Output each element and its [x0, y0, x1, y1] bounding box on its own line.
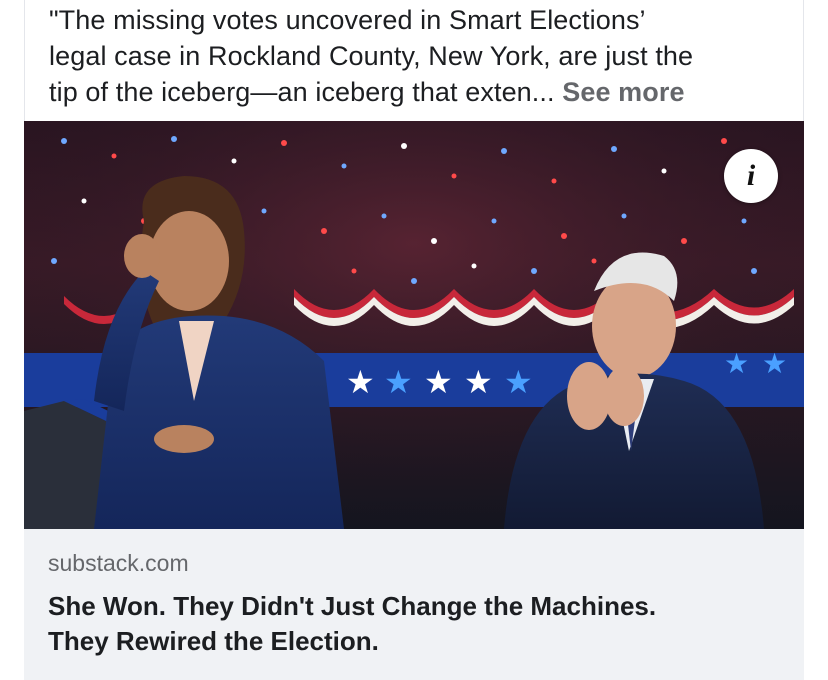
svg-text:★: ★	[346, 363, 375, 401]
facebook-post-card: "The missing votes uncovered in Smart El…	[24, 0, 804, 680]
info-button[interactable]: i	[724, 149, 778, 203]
svg-text:★: ★	[384, 363, 413, 401]
link-preview-meta[interactable]: substack.com She Won. They Didn't Just C…	[24, 529, 804, 680]
link-domain: substack.com	[48, 550, 189, 576]
post-text-line: "The missing votes uncovered in Smart El…	[49, 5, 646, 35]
see-more-link[interactable]: See more	[562, 77, 684, 107]
link-headline-line: She Won. They Didn't Just Change the Mac…	[48, 591, 657, 621]
link-headline[interactable]: She Won. They Didn't Just Change the Mac…	[48, 589, 780, 659]
rally-photo: ★ ★ ★ ★ ★ ★ ★	[24, 121, 804, 529]
post-text: "The missing votes uncovered in Smart El…	[24, 0, 804, 121]
post-text-truncated: tip of the iceberg—an iceberg that exten…	[49, 77, 555, 107]
svg-text:★: ★	[464, 363, 493, 401]
post-text-line: tip of the iceberg—an iceberg that exten…	[49, 74, 803, 110]
link-headline-line: They Rewired the Election.	[48, 626, 379, 656]
post-text-line: legal case in Rockland County, New York,…	[49, 41, 694, 71]
svg-text:★: ★	[504, 363, 533, 401]
info-icon: i	[746, 159, 756, 192]
svg-text:★: ★	[762, 347, 787, 380]
svg-text:★: ★	[424, 363, 453, 401]
link-preview-image[interactable]: ★ ★ ★ ★ ★ ★ ★ i	[24, 121, 804, 529]
svg-text:★: ★	[724, 347, 749, 380]
